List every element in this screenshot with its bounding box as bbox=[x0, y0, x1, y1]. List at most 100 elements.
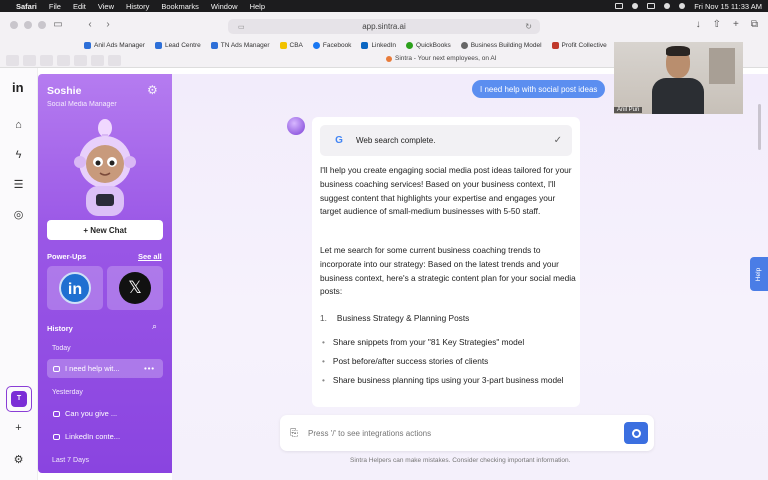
pinned-tab[interactable] bbox=[74, 55, 87, 66]
macos-menu-bar: Safari File Edit View History Bookmarks … bbox=[0, 0, 768, 12]
meta-icon bbox=[154, 42, 162, 49]
check-icon: ✓ bbox=[553, 135, 562, 146]
powerup-x[interactable]: 𝕏 bbox=[107, 266, 163, 310]
menu-help[interactable]: Help bbox=[250, 2, 265, 11]
menu-file[interactable]: File bbox=[49, 2, 61, 11]
wifi-icon[interactable] bbox=[664, 3, 671, 9]
helper-role: Social Media Manager bbox=[47, 101, 117, 108]
history-item[interactable]: Can you give ... bbox=[47, 404, 163, 423]
forward-icon[interactable]: › bbox=[102, 19, 114, 31]
cba-icon bbox=[279, 42, 287, 49]
screen-record-icon[interactable] bbox=[615, 3, 624, 9]
sintra-logo-icon[interactable]: in bbox=[12, 80, 24, 95]
settings-gear-icon[interactable]: ⚙ bbox=[12, 454, 25, 467]
help-tab[interactable]: Help bbox=[750, 257, 768, 291]
zoom-window-button[interactable] bbox=[38, 21, 46, 29]
home-icon[interactable]: ⌂ bbox=[12, 119, 25, 132]
facebook-icon bbox=[312, 42, 320, 49]
bookmark-item[interactable]: CBA bbox=[279, 42, 303, 49]
user-message-bubble: I need help with social post ideas bbox=[472, 80, 606, 98]
scrollbar[interactable] bbox=[758, 104, 761, 150]
powerup-linkedin[interactable]: in bbox=[47, 266, 103, 310]
pinned-tab[interactable] bbox=[23, 55, 36, 66]
pinned-tab[interactable] bbox=[108, 55, 121, 66]
bookmark-item[interactable]: TN Ads Manager bbox=[210, 42, 270, 49]
bookmark-item[interactable]: Business Building Model bbox=[460, 42, 542, 49]
window-controls bbox=[10, 21, 46, 29]
helper-sidebar: Soshie Social Media Manager ⚙ + New Chat… bbox=[38, 74, 172, 473]
more-options-icon[interactable]: ••• bbox=[144, 364, 155, 373]
send-button[interactable] bbox=[624, 422, 648, 444]
lightning-icon[interactable]: ϟ bbox=[12, 149, 25, 162]
webcam-person-hair bbox=[666, 46, 690, 56]
bookmark-item[interactable]: Profit Collective bbox=[551, 42, 607, 49]
menu-window[interactable]: Window bbox=[211, 2, 238, 11]
add-workspace-icon[interactable]: + bbox=[12, 422, 25, 435]
pinned-tab[interactable] bbox=[40, 55, 53, 66]
menu-view[interactable]: View bbox=[98, 2, 114, 11]
reload-icon[interactable]: ↻ bbox=[525, 22, 532, 31]
chat-input[interactable] bbox=[308, 428, 598, 438]
profit-collective-icon bbox=[551, 42, 559, 49]
tab-overview-icon[interactable]: ⧉ bbox=[751, 19, 758, 30]
back-icon[interactable]: ‹ bbox=[84, 19, 96, 31]
brain-icon[interactable]: ◎ bbox=[12, 209, 25, 222]
meta-icon bbox=[84, 42, 91, 49]
new-chat-button[interactable]: + New Chat bbox=[47, 220, 163, 240]
downloads-icon[interactable]: ↓ bbox=[696, 19, 701, 30]
history-search-icon[interactable]: ⌕ bbox=[152, 321, 157, 332]
minimize-window-button[interactable] bbox=[24, 21, 32, 29]
chat-area: I need help with social post ideas G Web… bbox=[172, 74, 768, 480]
status-dot-icon[interactable] bbox=[632, 3, 639, 9]
chat-bubble-icon bbox=[53, 433, 60, 440]
app-rail: in ⌂ ϟ ☰ ◎ T + ⚙ bbox=[0, 68, 38, 480]
linkedin-icon: in bbox=[59, 272, 91, 304]
helper-avatar-illustration bbox=[74, 119, 136, 216]
bookmark-item[interactable]: Anil Ads Manager bbox=[84, 42, 145, 49]
active-tab[interactable]: Sintra - Your next employees, on AI bbox=[386, 55, 497, 62]
pinned-tab[interactable] bbox=[91, 55, 104, 66]
helper-settings-icon[interactable]: ⚙ bbox=[147, 83, 158, 97]
menu-edit[interactable]: Edit bbox=[73, 2, 86, 11]
page-settings-icon[interactable]: ▭ bbox=[238, 23, 245, 31]
numbered-list-item: 1. Business Strategy & Planning Posts bbox=[320, 313, 470, 323]
bookmark-item[interactable]: QuickBooks bbox=[406, 42, 451, 49]
webcam-background bbox=[709, 48, 735, 84]
share-icon[interactable]: ⇧ bbox=[713, 19, 721, 30]
pinned-tab[interactable] bbox=[57, 55, 70, 66]
assistant-message: G Web search complete. ✓ I'll help you c… bbox=[312, 117, 580, 407]
battery-icon[interactable] bbox=[647, 3, 656, 9]
history-group-yesterday: Yesterday bbox=[52, 389, 83, 396]
control-center-icon[interactable] bbox=[679, 3, 686, 9]
bookmark-item[interactable]: Lead Centre bbox=[154, 42, 201, 49]
pinned-tab[interactable] bbox=[6, 55, 19, 66]
workspace-switcher[interactable]: T bbox=[6, 386, 32, 412]
google-icon: G bbox=[335, 134, 343, 146]
menu-bar-clock[interactable]: Fri Nov 15 11:33 AM bbox=[694, 2, 762, 11]
new-tab-icon[interactable]: + bbox=[733, 19, 739, 30]
bullet-item: • Post before/after success stories of cl… bbox=[322, 356, 489, 366]
web-search-status-text: Web search complete. bbox=[356, 136, 436, 145]
bookmark-item[interactable]: Facebook bbox=[312, 42, 351, 49]
address-bar[interactable]: ▭ app.sintra.ai ↻ bbox=[228, 19, 540, 34]
history-group-today: Today bbox=[52, 345, 71, 352]
close-window-button[interactable] bbox=[10, 21, 18, 29]
history-item[interactable]: LinkedIn conte... bbox=[47, 427, 163, 446]
attach-paperclip-icon[interactable]: ⎘ bbox=[290, 428, 298, 439]
sidebar-toggle-icon[interactable]: ▭ bbox=[52, 19, 64, 31]
toolbar-actions: ↓ ⇧ + ⧉ bbox=[696, 19, 758, 30]
web-search-status[interactable]: G Web search complete. ✓ bbox=[320, 125, 572, 156]
sintra-favicon-icon bbox=[386, 55, 392, 62]
quickbooks-icon bbox=[406, 42, 414, 49]
powerups-see-all-link[interactable]: See all bbox=[138, 252, 162, 261]
menu-app-name[interactable]: Safari bbox=[16, 2, 37, 11]
history-item[interactable]: I need help wit... ••• bbox=[47, 359, 163, 378]
menu-bookmarks[interactable]: Bookmarks bbox=[161, 2, 199, 11]
globe-icon bbox=[460, 42, 468, 49]
url-text: app.sintra.ai bbox=[362, 22, 406, 31]
menu-history[interactable]: History bbox=[126, 2, 149, 11]
chat-input-bar: ⎘ bbox=[280, 415, 654, 451]
sliders-icon[interactable]: ☰ bbox=[12, 179, 25, 192]
bookmark-item[interactable]: LinkedIn bbox=[361, 42, 396, 49]
history-item-title: LinkedIn conte... bbox=[65, 432, 121, 441]
